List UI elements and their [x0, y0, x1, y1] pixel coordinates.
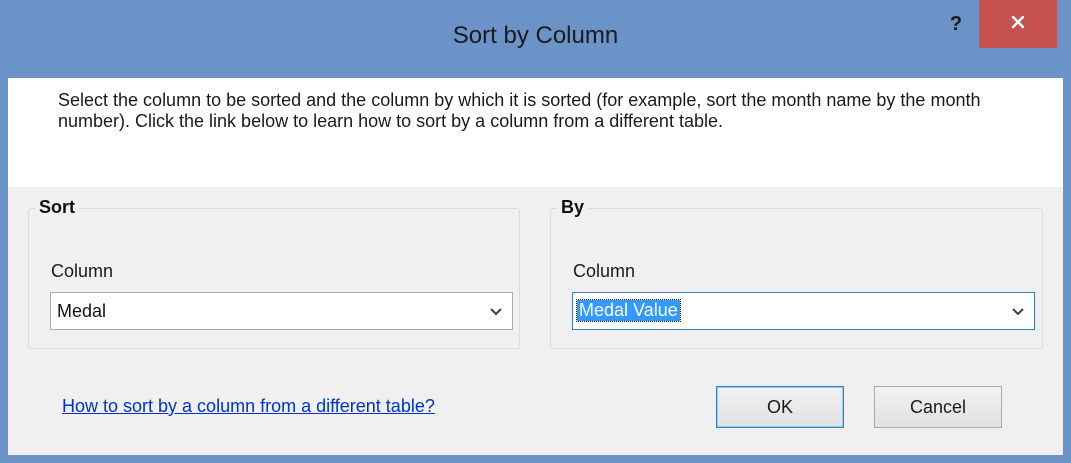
title-bar: Sort by Column ? — [0, 0, 1071, 78]
sort-by-column-dialog: Sort by Column ? Select the column to be… — [0, 0, 1071, 463]
dialog-title: Sort by Column — [452, 22, 619, 49]
ok-button[interactable]: OK — [716, 386, 844, 428]
help-link[interactable]: How to sort by a column from a different… — [62, 396, 435, 417]
sort-column-label: Column — [51, 261, 114, 281]
by-group: By Column Medal Value — [550, 197, 1043, 349]
close-button[interactable] — [979, 0, 1057, 48]
sort-group-legend: Sort — [35, 197, 79, 218]
dialog-body: Select the column to be sorted and the c… — [8, 78, 1063, 455]
sort-column-value: Medal — [57, 301, 107, 321]
by-group-legend: By — [557, 197, 589, 218]
sort-group: Sort Column Medal — [28, 197, 520, 349]
help-button[interactable]: ? — [941, 12, 971, 36]
chevron-down-icon[interactable] — [1008, 302, 1028, 322]
by-column-value: Medal Value — [576, 299, 681, 322]
cancel-button[interactable]: Cancel — [874, 386, 1002, 428]
sort-column-dropdown[interactable]: Medal — [50, 292, 513, 330]
by-column-dropdown[interactable]: Medal Value — [572, 292, 1035, 330]
chevron-down-icon[interactable] — [486, 302, 506, 322]
by-column-label: Column — [573, 261, 636, 281]
description-panel: Select the column to be sorted and the c… — [8, 78, 1063, 187]
close-icon — [1010, 14, 1026, 35]
description-text: Select the column to be sorted and the c… — [58, 90, 981, 131]
